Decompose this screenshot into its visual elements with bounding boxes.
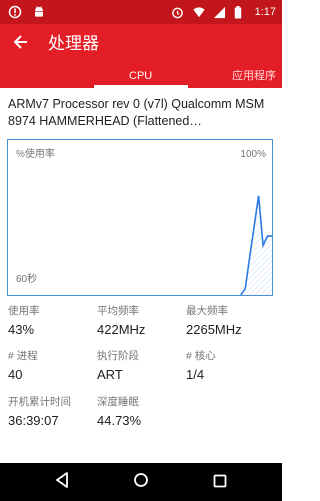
alarm-icon xyxy=(171,4,187,20)
recents-square-icon xyxy=(213,473,227,492)
nav-back-button[interactable] xyxy=(52,472,72,492)
tab-indicator xyxy=(94,85,188,88)
processor-name: ARMv7 Processor rev 0 (v7l) Qualcomm MSM… xyxy=(8,97,265,128)
stat-cores: # 核心 1/4 xyxy=(186,349,216,384)
nav-recents-button[interactable] xyxy=(210,472,230,492)
navigation-bar xyxy=(0,463,282,501)
stat-runtime: 执行阶段 ART xyxy=(97,349,139,384)
home-circle-icon xyxy=(133,472,149,492)
stat-label: 深度睡眠 xyxy=(97,396,139,408)
stat-label: 开机累计时间 xyxy=(8,396,71,408)
stat-value: 44.73% xyxy=(97,413,142,428)
page-title: 处理器 xyxy=(48,34,99,54)
stat-label: 执行阶段 xyxy=(97,350,139,362)
stat-max-frequency: 最大频率 2265MHz xyxy=(186,304,242,339)
stat-value: 40 xyxy=(8,367,23,382)
app-bar: 处理器 xyxy=(0,24,282,64)
notification-icon xyxy=(8,4,24,20)
stat-avg-frequency: 平均频率 422MHz xyxy=(97,304,145,339)
wifi-icon xyxy=(192,4,208,20)
status-bar: 1:17 xyxy=(0,0,282,24)
stat-deep-sleep: 深度睡眠 44.73% xyxy=(97,395,141,430)
tab-cpu[interactable]: CPU xyxy=(129,68,152,84)
battery-icon xyxy=(234,4,250,20)
stat-value: 43% xyxy=(8,322,35,337)
stat-value: 422MHz xyxy=(97,322,146,337)
arrow-back-icon xyxy=(13,34,29,54)
android-icon xyxy=(32,4,48,20)
tab-apps[interactable]: 应用程序 xyxy=(232,68,276,84)
signal-icon xyxy=(213,4,229,20)
stat-value: 36:39:07 xyxy=(8,413,59,428)
stat-label: 使用率 xyxy=(8,305,40,317)
stat-label: # 进程 xyxy=(8,350,38,362)
graph-canvas xyxy=(240,195,272,295)
stat-usage: 使用率 43% xyxy=(8,304,40,339)
status-time: 1:17 xyxy=(254,6,276,18)
stat-value: ART xyxy=(97,367,123,382)
stat-processes: # 进程 40 xyxy=(8,349,38,384)
graph-time-label: 60秒 xyxy=(16,274,38,285)
graph-max-label: 100% xyxy=(240,149,266,160)
stat-label: # 核心 xyxy=(186,350,216,362)
back-button[interactable] xyxy=(10,33,32,55)
nav-home-button[interactable] xyxy=(131,472,151,492)
stat-value: 1/4 xyxy=(186,367,205,382)
back-triangle-icon xyxy=(55,472,69,492)
stat-label: 平均频率 xyxy=(97,305,139,317)
stat-uptime: 开机累计时间 36:39:07 xyxy=(8,395,71,430)
graph-y-axis-label: %使用率 xyxy=(16,149,55,160)
stat-label: 最大频率 xyxy=(186,305,228,317)
cpu-usage-graph: %使用率 100% 60秒 xyxy=(7,139,273,296)
stat-value: 2265MHz xyxy=(186,322,242,337)
